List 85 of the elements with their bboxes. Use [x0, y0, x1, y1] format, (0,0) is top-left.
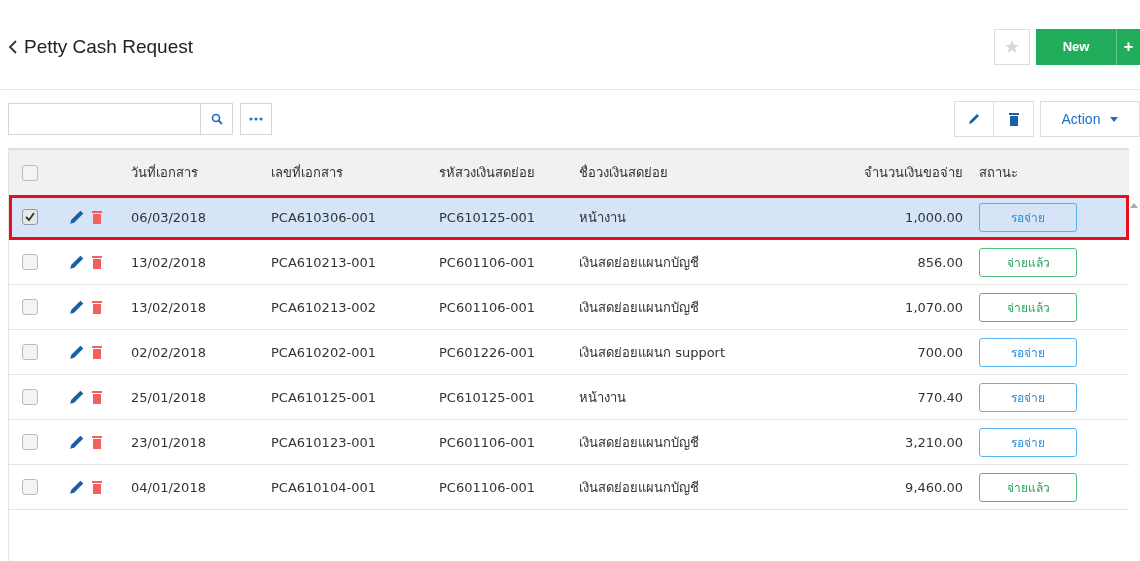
table-cell-text: PC601106-001 [439, 479, 537, 495]
table-cell-text: 3,210.00 [904, 434, 964, 450]
row-checkbox[interactable] [22, 389, 38, 405]
table-cell-text: เงินสดย่อยแผนกบัญชี [579, 298, 700, 317]
column-header: สถานะ [979, 164, 1019, 182]
search-button[interactable] [201, 103, 233, 135]
trash-icon[interactable] [91, 299, 103, 315]
page-title: Petty Cash Request [24, 35, 193, 58]
scroll-up-icon[interactable] [1130, 203, 1138, 208]
select-all-checkbox[interactable] [22, 164, 38, 181]
status-badge: รอจ่าย [979, 337, 1077, 367]
row-checkbox[interactable] [22, 299, 38, 315]
pencil-icon [967, 112, 981, 126]
trash-icon[interactable] [91, 479, 103, 495]
table-cell-text: เงินสดย่อยแผนกบัญชี [579, 253, 700, 272]
table-cell-text: หน้างาน [579, 388, 627, 407]
table-cell-text: 700.00 [916, 344, 964, 360]
table-cell-text: 9,460.00 [904, 479, 964, 495]
column-header: รหัสวงเงินสดย่อย [439, 164, 536, 182]
trash-icon[interactable] [91, 434, 103, 450]
table-cell-text: หน้างาน [579, 208, 627, 227]
status-badge: จ่ายแล้ว [979, 292, 1077, 322]
action-dropdown[interactable]: Action [1040, 101, 1140, 137]
search-field[interactable] [8, 103, 201, 135]
chevron-left-icon [8, 39, 18, 54]
row-checkbox[interactable] [22, 479, 38, 495]
table-cell-text: PCA610123-001 [271, 434, 377, 450]
table-cell-text: 1,000.00 [904, 209, 964, 225]
row-checkbox[interactable] [22, 209, 38, 225]
trash-icon[interactable] [91, 389, 103, 405]
table-cell-text: PC601106-001 [439, 434, 537, 450]
delete-button[interactable] [994, 101, 1034, 137]
pencil-icon[interactable] [69, 344, 85, 360]
search-icon [210, 113, 223, 125]
table-cell-text: 04/01/2018 [131, 479, 207, 495]
table-cell-text: 13/02/2018 [131, 299, 207, 315]
table-cell-text: เงินสดย่อยแผนกบัญชี [579, 433, 700, 452]
status-badge: จ่ายแล้ว [979, 472, 1077, 502]
table-cell-text: PCA610306-001 [271, 209, 377, 225]
trash-icon[interactable] [91, 344, 103, 360]
pencil-icon[interactable] [69, 389, 85, 405]
table-cell-text: PC601106-001 [439, 299, 537, 315]
trash-icon [1007, 111, 1020, 127]
column-header: วันที่เอกสาร [131, 163, 199, 182]
table-cell-text: PC601226-001 [439, 344, 537, 360]
table-cell-text: PC610125-001 [439, 209, 537, 225]
column-header: จำนวนเงินขอจ่าย [863, 164, 964, 182]
pencil-icon[interactable] [69, 209, 85, 225]
table-cell-text: 1,070.00 [904, 299, 964, 315]
table-cell-text: PCA610202-001 [271, 344, 377, 360]
pencil-icon[interactable] [69, 434, 85, 450]
table-cell-text: เงินสดย่อยแผนกบัญชี [579, 478, 700, 497]
star-icon [1004, 38, 1020, 55]
table-cell-text: 02/02/2018 [131, 344, 207, 360]
table-row[interactable]: 06/03/2018 PCA610306-001 PC610125-001 หน้างาน 1,000.00 รอจ่าย [9, 195, 1129, 240]
table-cell-text: PCA610213-001 [271, 254, 377, 270]
pencil-icon[interactable] [69, 479, 85, 495]
trash-icon[interactable] [91, 209, 103, 225]
row-checkbox[interactable] [22, 344, 38, 360]
more-icon [249, 117, 263, 121]
table-cell-text: PC601106-001 [439, 254, 537, 270]
status-badge: รอจ่าย [979, 427, 1077, 457]
trash-icon[interactable] [91, 254, 103, 270]
pencil-icon[interactable] [69, 299, 85, 315]
table-cell-text: 23/01/2018 [131, 434, 207, 450]
table-cell-text: 770.40 [916, 389, 964, 405]
pencil-icon[interactable] [69, 254, 85, 270]
row-checkbox[interactable] [22, 254, 38, 270]
status-badge: จ่ายแล้ว [979, 247, 1077, 277]
table-cell-text: 06/03/2018 [131, 209, 207, 225]
row-checkbox[interactable] [22, 434, 38, 450]
table-cell-text: 25/01/2018 [131, 389, 207, 405]
table-cell-text: เงินสดย่อยแผนก support [579, 343, 727, 362]
table-cell-text: 13/02/2018 [131, 254, 207, 270]
status-badge: รอจ่าย [979, 382, 1077, 412]
column-header: ชื่อวงเงินสดย่อย [579, 163, 669, 182]
table-cell-text: PCA610125-001 [271, 389, 377, 405]
table-cell-text: PCA610213-002 [271, 299, 377, 315]
caret-icon [1110, 116, 1119, 122]
column-header: เลขที่เอกสาร [271, 163, 344, 182]
table-cell-text: PC610125-001 [439, 389, 537, 405]
table-cell-text: PCA610104-001 [271, 479, 377, 495]
status-badge: รอจ่าย [979, 202, 1077, 232]
more-button[interactable] [240, 103, 272, 135]
table-cell-text: 856.00 [916, 254, 964, 270]
